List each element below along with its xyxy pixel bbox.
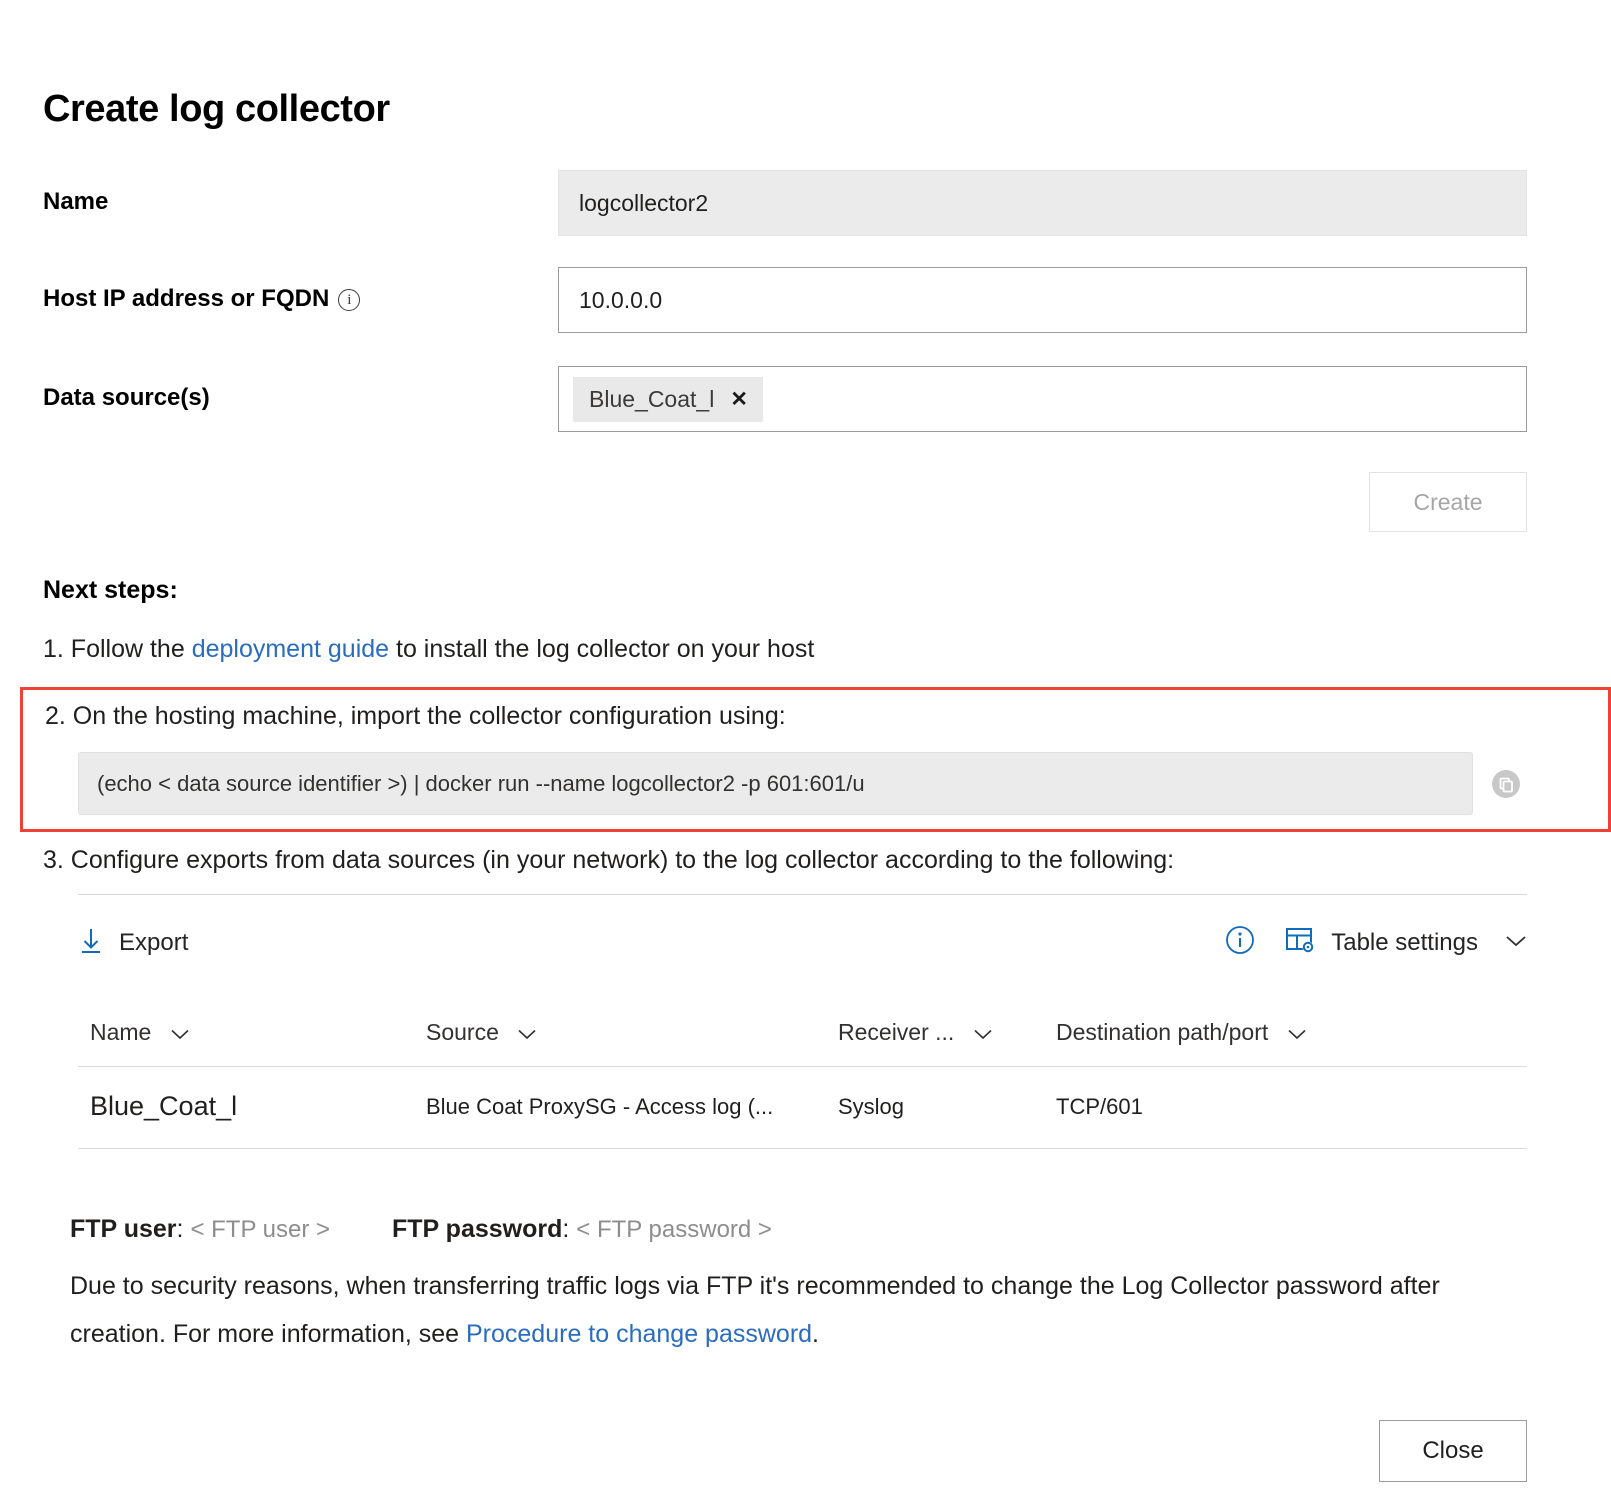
step1-suffix: to install the log collector on your hos… bbox=[389, 635, 814, 663]
ftp-credentials: FTP user: < FTP user > FTP password: < F… bbox=[70, 1215, 772, 1244]
export-button[interactable]: Export bbox=[78, 925, 188, 962]
change-password-link[interactable]: Procedure to change password bbox=[466, 1320, 812, 1348]
table-settings-icon bbox=[1284, 925, 1316, 962]
chevron-down-icon[interactable] bbox=[973, 1024, 993, 1046]
column-header-name[interactable]: Name bbox=[78, 1005, 426, 1067]
host-input-value: 10.0.0.0 bbox=[579, 287, 662, 314]
name-input-value: logcollector2 bbox=[579, 190, 708, 217]
data-sources-input[interactable]: Blue_Coat_l ✕ bbox=[558, 366, 1527, 432]
name-input[interactable]: logcollector2 bbox=[558, 170, 1527, 236]
ftp-password-colon: : bbox=[562, 1215, 569, 1243]
security-notice: Due to security reasons, when transferri… bbox=[70, 1262, 1540, 1358]
export-label: Export bbox=[119, 929, 188, 957]
cell-destination: TCP/601 bbox=[1056, 1067, 1527, 1149]
data-sources-label: Data source(s) bbox=[43, 366, 558, 412]
close-button[interactable]: Close bbox=[1379, 1420, 1527, 1482]
deployment-guide-link[interactable]: deployment guide bbox=[192, 635, 389, 663]
ftp-user-value: < FTP user > bbox=[190, 1216, 330, 1243]
chevron-down-icon[interactable] bbox=[1505, 932, 1527, 954]
column-header-receiver[interactable]: Receiver ... bbox=[838, 1005, 1056, 1067]
form-row-host: Host IP address or FQDN i 10.0.0.0 bbox=[43, 267, 1527, 333]
create-button[interactable]: Create bbox=[1369, 472, 1527, 532]
column-header-destination-label: Destination path/port bbox=[1056, 1019, 1268, 1045]
table-panel-divider bbox=[78, 894, 1527, 895]
chevron-down-icon[interactable] bbox=[170, 1024, 190, 1046]
copy-icon[interactable] bbox=[1491, 769, 1521, 799]
remove-chip-icon[interactable]: ✕ bbox=[730, 389, 748, 410]
ftp-user-colon: : bbox=[177, 1215, 184, 1243]
toolbar-right-group: Table settings bbox=[1196, 924, 1527, 963]
ftp-password-value: < FTP password > bbox=[576, 1216, 772, 1243]
form-row-data-sources: Data source(s) Blue_Coat_l ✕ bbox=[43, 366, 1527, 432]
info-circle-icon bbox=[1224, 924, 1256, 963]
security-notice-period: . bbox=[812, 1320, 819, 1348]
table-settings-button[interactable]: Table settings bbox=[1284, 925, 1527, 962]
form-row-name: Name logcollector2 bbox=[43, 170, 1527, 236]
ftp-password-label: FTP password bbox=[392, 1215, 562, 1243]
table-toolbar: Export bbox=[78, 912, 1527, 974]
info-icon[interactable]: i bbox=[338, 289, 360, 311]
column-header-source[interactable]: Source bbox=[426, 1005, 838, 1067]
next-step-3: 3. Configure exports from data sources (… bbox=[43, 846, 1174, 875]
exports-table: Name Source Receiver ... bbox=[78, 1005, 1527, 1149]
cell-name: Blue_Coat_l bbox=[78, 1067, 426, 1149]
step1-prefix: 1. Follow the bbox=[43, 635, 192, 663]
cell-receiver: Syslog bbox=[838, 1067, 1056, 1149]
ftp-user-label: FTP user bbox=[70, 1215, 177, 1243]
command-input[interactable]: (echo < data source identifier >) | dock… bbox=[78, 752, 1473, 815]
command-row: (echo < data source identifier >) | dock… bbox=[78, 752, 1527, 815]
column-header-destination[interactable]: Destination path/port bbox=[1056, 1005, 1527, 1067]
table-row[interactable]: Blue_Coat_l Blue Coat ProxySG - Access l… bbox=[78, 1067, 1527, 1149]
next-step-2: 2. On the hosting machine, import the co… bbox=[45, 702, 786, 731]
name-label: Name bbox=[43, 170, 558, 216]
table-info-button[interactable] bbox=[1224, 924, 1256, 963]
host-label: Host IP address or FQDN i bbox=[43, 267, 558, 313]
chevron-down-icon[interactable] bbox=[1287, 1024, 1307, 1046]
host-input[interactable]: 10.0.0.0 bbox=[558, 267, 1527, 333]
data-source-chip[interactable]: Blue_Coat_l ✕ bbox=[573, 377, 763, 422]
create-log-collector-dialog: Create log collector Name logcollector2 … bbox=[0, 0, 1611, 1504]
chevron-down-icon[interactable] bbox=[517, 1024, 537, 1046]
column-header-source-label: Source bbox=[426, 1019, 499, 1045]
table-settings-label: Table settings bbox=[1331, 929, 1478, 957]
column-header-receiver-label: Receiver ... bbox=[838, 1019, 954, 1045]
data-source-chip-label: Blue_Coat_l bbox=[589, 386, 714, 413]
cell-source: Blue Coat ProxySG - Access log (... bbox=[426, 1067, 838, 1149]
command-text: (echo < data source identifier >) | dock… bbox=[97, 771, 865, 797]
table-header-row: Name Source Receiver ... bbox=[78, 1005, 1527, 1067]
column-header-name-label: Name bbox=[90, 1019, 151, 1045]
host-label-text: Host IP address or FQDN bbox=[43, 285, 329, 313]
next-step-1: 1. Follow the deployment guide to instal… bbox=[43, 635, 814, 664]
toolbar-left-group: Export bbox=[78, 925, 188, 962]
next-steps-heading: Next steps: bbox=[43, 576, 178, 605]
page-title: Create log collector bbox=[43, 88, 390, 131]
download-icon bbox=[78, 925, 104, 962]
